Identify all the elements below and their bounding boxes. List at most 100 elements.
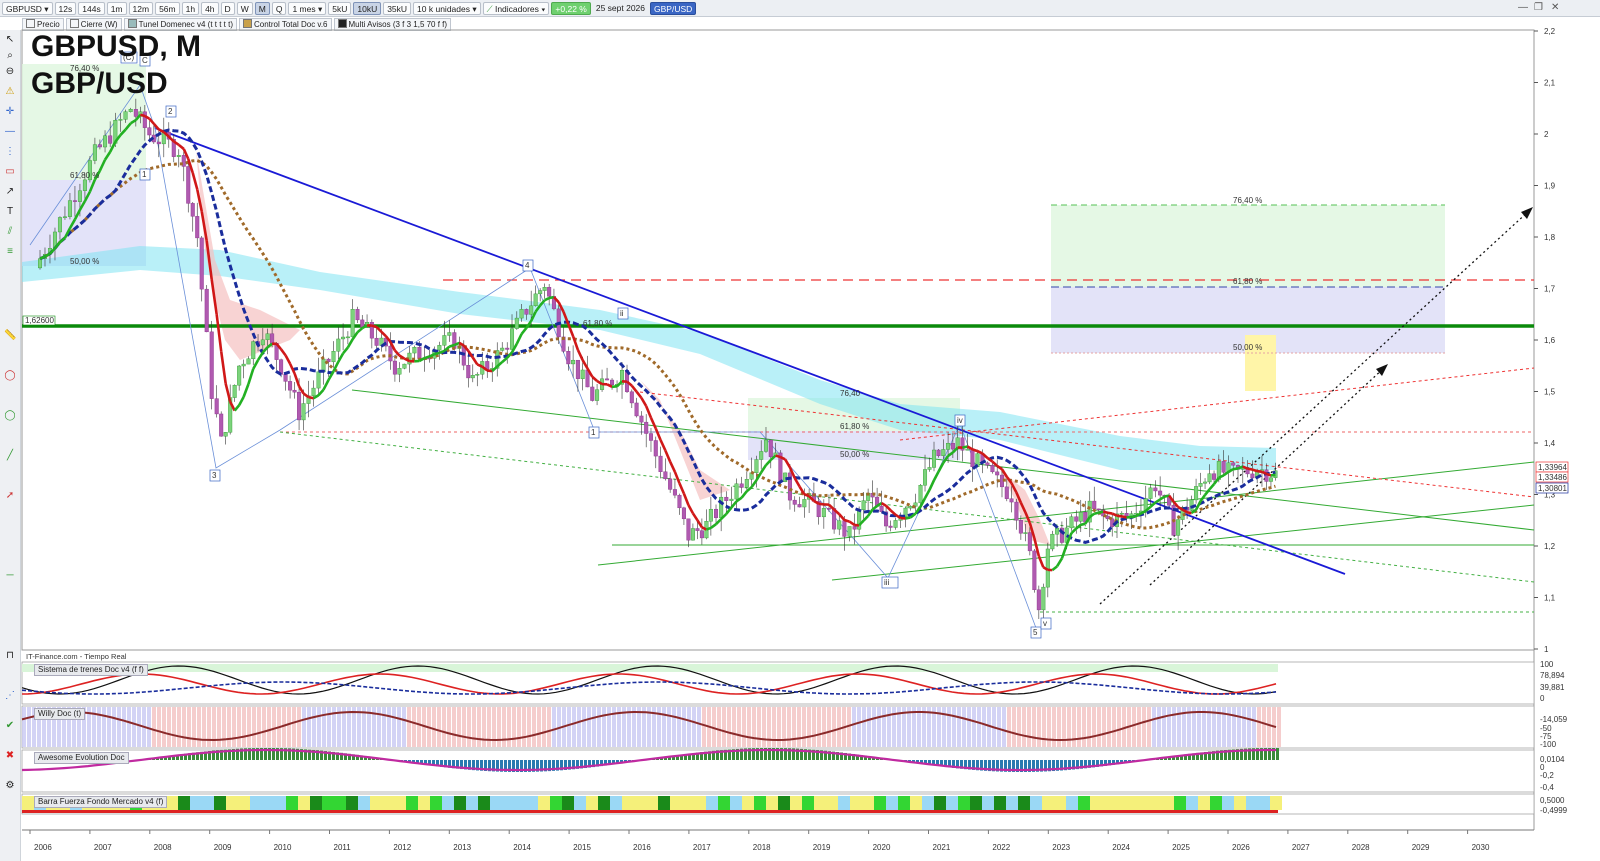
ma-fast-segment [284,354,292,365]
barra-block [1066,796,1078,810]
candle-body [1018,519,1023,534]
time-tick-label: 2010 [274,843,292,852]
ma-fast-segment [678,482,686,495]
willy-stripe [317,707,321,747]
time-tick-label: 2008 [154,843,172,852]
candle-body [1009,498,1014,503]
panel-label-barra[interactable]: Barra Fuerza Fondo Mercado v4 (f) [34,796,168,808]
barra-block [970,796,982,810]
time-tick-label: 2024 [1112,843,1130,852]
candle-body [686,518,691,541]
candle-body [270,333,275,344]
candle-body [918,485,923,504]
candle-body [77,190,82,202]
willy-stripe [807,707,811,747]
willy-stripe [302,707,306,747]
time-tick-label: 2009 [214,843,232,852]
barra-block [922,796,934,810]
willy-stripe [1052,707,1056,747]
willy-stripe [1047,707,1051,747]
ma-fast-segment [158,128,165,134]
willy-stripe [662,707,666,747]
ma-fast-segment [581,359,589,370]
ma-fast-segment [346,338,354,349]
time-tick-label: 2017 [693,843,711,852]
candle-body [123,111,128,120]
candle-body [946,443,951,450]
willy-stripe [1007,707,1011,747]
ma-fast-segment [649,417,657,430]
barra-block [730,796,742,810]
candle-body [634,402,639,417]
willy-stripe [957,707,961,747]
level-label-text: 1,62600 [25,316,54,325]
time-tick-label: 2029 [1412,843,1430,852]
ma-fast-segment [1098,510,1104,514]
candle-body [1050,533,1055,550]
willy-stripe [1027,707,1031,747]
candle-body [204,288,209,333]
willy-stripe [1102,707,1106,747]
candle-body [653,440,658,457]
candle-body [1074,516,1079,522]
fib-label: 50,00 % [1233,343,1262,352]
candle-body [1203,481,1208,484]
candle-body [566,351,571,365]
willy-stripe [787,707,791,747]
willy-stripe [417,707,421,747]
willy-stripe [882,707,886,747]
barra-block [634,796,646,810]
barra-block [586,796,598,810]
willy-stripe [1137,707,1141,747]
barra-block [766,796,778,810]
willy-stripe [1242,707,1246,747]
willy-stripe [482,707,486,747]
candle-body [950,443,955,450]
candle-body [1148,487,1153,499]
willy-stripe [492,707,496,747]
ma-fast-segment [238,396,245,406]
candle-body [908,506,913,509]
awesome-bar [1276,748,1279,760]
willy-stripe [552,707,556,747]
ma-fast-segment [293,373,301,387]
chart-canvas[interactable]: 76,40 % 61,80 % 50,00 % 61,80 % 76,40 61,80 %… [0,0,1600,861]
ma-fast-segment [962,445,968,449]
willy-stripe [737,707,741,747]
barra-block [1234,796,1246,810]
barra-block [490,796,502,810]
barra-block [430,796,442,810]
candle-body [985,462,990,466]
ma-fast-segment [635,390,643,399]
candle-body [533,293,538,307]
barra-block [694,796,706,810]
panel-value: -0,4 [1540,783,1554,792]
candle-body [852,526,857,530]
willy-stripe [152,707,156,747]
time-tick-label: 2025 [1172,843,1190,852]
willy-stripe [1232,707,1236,747]
panel-label-willy[interactable]: Willy Doc (t) [34,708,86,720]
willy-stripe [672,707,676,747]
candle-body [590,386,595,401]
fib-label: 76,40 [840,389,861,398]
wave-label-text: v [1043,619,1047,628]
ma-fast-segment [843,518,850,523]
barra-block [1162,796,1174,810]
time-tick-label: 2012 [393,843,411,852]
willy-stripe [517,707,521,747]
ma-fast-segment [448,343,455,348]
candle-body [734,483,739,500]
panel-label-trenes[interactable]: Sistema de trenes Doc v4 (f f) [34,664,148,676]
candle-body [223,432,228,437]
willy-stripe [532,707,536,747]
barra-block [1270,796,1282,810]
candle-body [739,483,744,488]
willy-stripe [382,707,386,747]
candle-body [1004,486,1009,499]
willy-stripe [247,707,251,747]
panel-label-awesome[interactable]: Awesome Evolution Doc [34,752,129,764]
ma-fast-segment [784,458,792,469]
candle-body [301,403,306,421]
willy-stripe [1017,707,1021,747]
